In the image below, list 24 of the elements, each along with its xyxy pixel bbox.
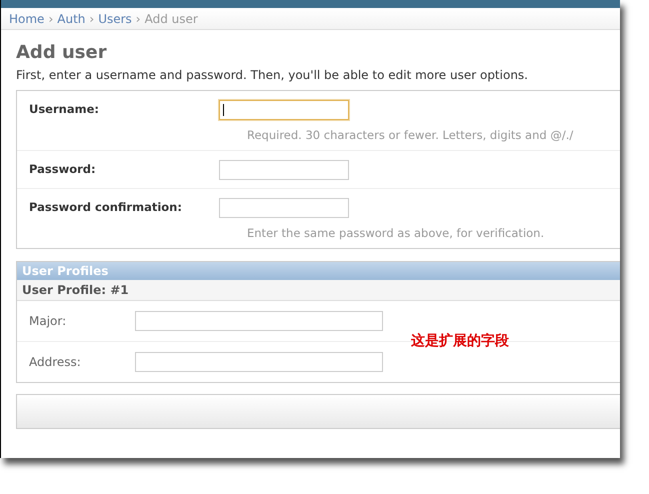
breadcrumb-current: Add user xyxy=(144,12,198,26)
help-text: Enter the same password as above, for verification. xyxy=(247,226,546,240)
breadcrumb-separator: › xyxy=(48,12,54,26)
item-title: User Profile: #1 xyxy=(17,280,620,301)
field-label: Address: xyxy=(29,355,82,369)
breadcrumb-separator: › xyxy=(89,12,94,26)
field-label: Major: xyxy=(29,314,68,328)
group-title: User Profiles xyxy=(22,264,108,278)
input-field[interactable] xyxy=(219,198,349,218)
help-text: Required. 30 characters or fewer. Letters, digits and @/./ xyxy=(247,128,574,142)
intro-text: First, enter a username and password. Then, you'll be able to edit more user options. xyxy=(16,68,529,82)
breadcrumb-link[interactable]: Home xyxy=(9,12,44,26)
field-label: Username: xyxy=(29,101,100,116)
breadcrumb-separator: › xyxy=(136,12,141,26)
page-title: Add user xyxy=(16,42,108,63)
input-field[interactable] xyxy=(219,100,349,120)
field-label: Password: xyxy=(29,161,97,176)
field-label: Password confirmation: xyxy=(29,199,183,214)
input-field[interactable] xyxy=(219,160,349,180)
input-field[interactable] xyxy=(135,311,383,331)
breadcrumb-link[interactable]: Auth xyxy=(57,12,86,26)
breadcrumb-link[interactable]: Users xyxy=(98,12,132,26)
annotation-text: 这是扩展的字段 xyxy=(411,332,509,350)
input-field[interactable] xyxy=(135,352,383,372)
